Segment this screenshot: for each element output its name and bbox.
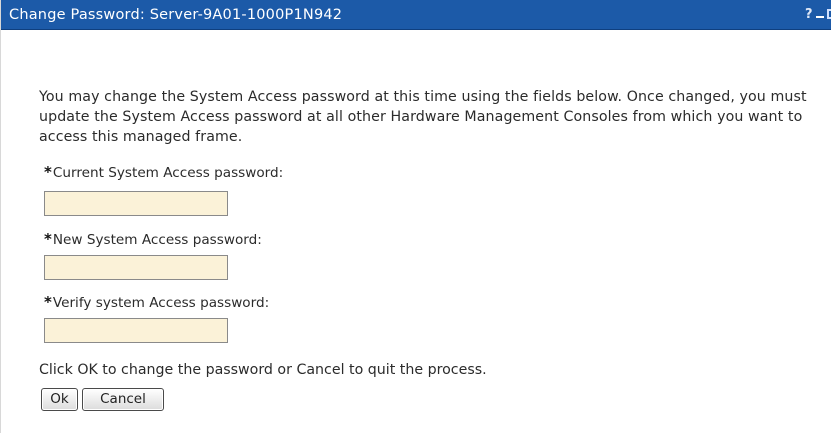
intro-text: You may change the System Access passwor…: [39, 89, 807, 145]
required-marker-icon: *: [44, 230, 52, 248]
current-password-label-text: Current System Access password:: [52, 165, 284, 181]
change-password-dialog: Change Password: Server-9A01-1000P1N942 …: [0, 0, 831, 433]
ok-button[interactable]: Ok: [41, 388, 78, 411]
current-password-label: *Current System Access password:: [44, 163, 283, 182]
instruction-text: Click OK to change the password or Cance…: [39, 362, 487, 378]
dialog-title: Change Password: Server-9A01-1000P1N942: [9, 7, 343, 23]
verify-password-label-text: Verify system Access password:: [52, 295, 270, 311]
title-bar[interactable]: Change Password: Server-9A01-1000P1N942 …: [1, 0, 831, 30]
maximize-icon[interactable]: [827, 9, 831, 19]
minimize-icon[interactable]: [816, 16, 824, 18]
required-marker-icon: *: [44, 163, 52, 181]
verify-password-field[interactable]: [44, 318, 228, 343]
required-marker-icon: *: [44, 293, 52, 311]
current-password-field[interactable]: [44, 191, 228, 216]
help-icon[interactable]: ?: [805, 7, 813, 22]
new-password-label: *New System Access password:: [44, 230, 262, 249]
new-password-field[interactable]: [44, 255, 228, 280]
verify-password-label: *Verify system Access password:: [44, 293, 269, 312]
new-password-label-text: New System Access password:: [52, 232, 262, 248]
cancel-button[interactable]: Cancel: [82, 388, 164, 411]
